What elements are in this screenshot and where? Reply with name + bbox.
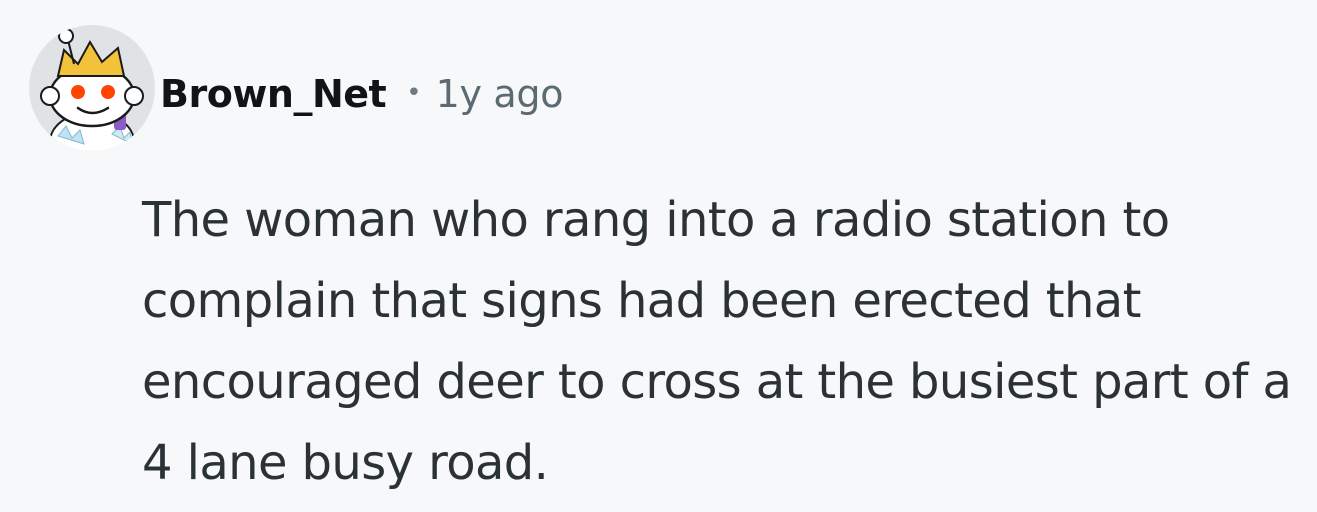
meta-separator: •: [406, 78, 422, 108]
author-username[interactable]: Brown_Net: [160, 72, 387, 116]
comment-body: The woman who rang into a radio station …: [142, 192, 1292, 491]
comment-meta: Brown_Net • 1y ago: [160, 66, 563, 122]
snoo-avatar-icon: [29, 25, 155, 151]
comment-timestamp[interactable]: 1y ago: [436, 72, 564, 116]
comment: Brown_Net • 1y ago The woman who rang in…: [0, 0, 1317, 512]
avatar[interactable]: [28, 24, 156, 152]
